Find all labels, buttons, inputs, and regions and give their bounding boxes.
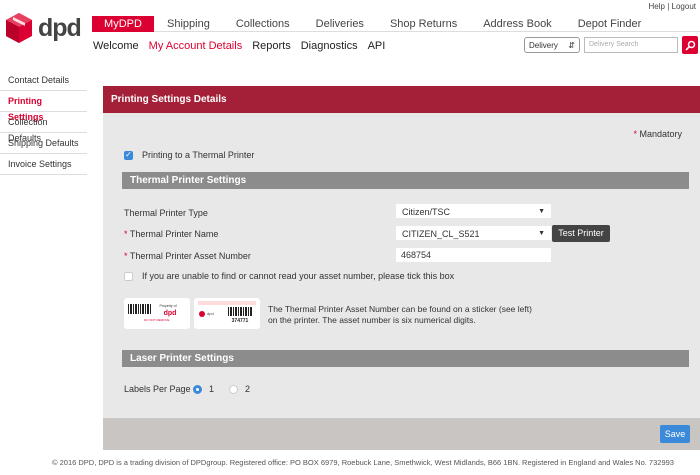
asset-unreadable-label: If you are unable to find or cannot read…: [142, 271, 455, 281]
logo-wordmark: dpd: [38, 13, 82, 42]
labels-per-page-radio-2[interactable]: [229, 384, 239, 394]
panel-footer: Save: [103, 418, 700, 450]
mandatory-note: * Mandatory: [633, 129, 682, 139]
thermal-checkbox[interactable]: ✓: [124, 150, 133, 160]
save-button[interactable]: Save: [660, 425, 690, 443]
thermal-section-header: Thermal Printer Settings: [122, 172, 689, 189]
sticker-brand: dpd: [207, 311, 214, 316]
printer-name-select[interactable]: CITIZEN_CL_S521 ▼: [396, 226, 551, 240]
laser-section-header: Laser Printer Settings: [122, 350, 689, 367]
labels-per-page-options: 1 2: [193, 384, 250, 394]
tab-shipping[interactable]: Shipping: [154, 16, 223, 32]
search-input[interactable]: Delivery Search: [584, 37, 678, 53]
subnav-my-account-details[interactable]: My Account Details: [149, 40, 243, 52]
sticker-small-text: DO NOT REMOVE: [144, 318, 169, 322]
printing-settings-panel: Printing Settings Details * Mandatory ✓ …: [103, 86, 700, 450]
subnav-api[interactable]: API: [368, 40, 386, 52]
printer-name-label: * Thermal Printer Name: [124, 229, 218, 239]
search-area: Delivery ⇵ Delivery Search: [524, 36, 698, 54]
test-printer-button[interactable]: Test Printer: [552, 225, 610, 242]
asset-info-line1: The Thermal Printer Asset Number can be …: [268, 304, 532, 314]
utility-links: Help | Logout: [649, 2, 696, 11]
subnav-diagnostics[interactable]: Diagnostics: [301, 40, 358, 52]
printer-name-label-text: Thermal Printer Name: [129, 229, 219, 239]
labels-per-page-label: Labels Per Page: [124, 384, 191, 394]
chevron-down-icon: ▼: [538, 230, 545, 237]
asset-number-input[interactable]: 468754: [396, 248, 551, 262]
printer-type-value: Citizen/TSC: [402, 207, 451, 217]
dpd-cube-icon: [6, 13, 32, 43]
asset-number-label: * Thermal Printer Asset Number: [124, 251, 251, 261]
labels-per-page-radio-1[interactable]: [193, 384, 202, 394]
select-arrows-icon: ⇵: [568, 40, 575, 50]
tab-collections[interactable]: Collections: [223, 16, 303, 32]
sticker-images: Property of dpd DO NOT REMOVE dpd 374771: [124, 298, 260, 329]
tab-mydpd[interactable]: MyDPD: [92, 16, 154, 32]
sidebar-item-printing-settings[interactable]: Printing Settings: [0, 91, 87, 122]
sidebar: Contact Details Printing Settings Collec…: [0, 70, 87, 175]
tab-deliveries[interactable]: Deliveries: [303, 16, 377, 32]
asset-unreadable-checkbox[interactable]: [124, 271, 133, 281]
asset-info-line2: on the printer. The asset number is six …: [268, 315, 476, 325]
mandatory-text: Mandatory: [639, 129, 682, 139]
search-icon: [684, 40, 695, 51]
main-nav: MyDPD Shipping Collections Deliveries Sh…: [92, 16, 700, 32]
asset-info-text: The Thermal Printer Asset Number can be …: [268, 304, 568, 326]
asset-number-label-text: Thermal Printer Asset Number: [129, 251, 251, 261]
labels-per-page-option-1: 1: [209, 384, 215, 394]
printer-type-label: Thermal Printer Type: [124, 208, 208, 218]
subnav-reports[interactable]: Reports: [252, 40, 291, 52]
panel-title: Printing Settings Details: [103, 86, 700, 113]
search-button[interactable]: [682, 36, 698, 54]
sub-nav: Welcome My Account Details Reports Diagn…: [93, 40, 385, 52]
labels-per-page-option-2: 2: [245, 384, 251, 394]
thermal-printer-option[interactable]: ✓ Printing to a Thermal Printer: [124, 150, 254, 160]
dpd-logo[interactable]: dpd: [4, 12, 82, 44]
chevron-down-icon: ▼: [538, 208, 545, 215]
printer-type-select[interactable]: Citizen/TSC ▼: [396, 204, 551, 218]
sticker-number: 374771: [232, 318, 249, 324]
svg-text:Property of: Property of: [159, 304, 176, 308]
sidebar-item-invoice-settings[interactable]: Invoice Settings: [0, 154, 87, 175]
help-link[interactable]: Help: [649, 2, 665, 11]
asset-unreadable-option[interactable]: If you are unable to find or cannot read…: [124, 271, 454, 281]
printer-name-value: CITIZEN_CL_S521: [402, 229, 480, 239]
copyright-text: © 2016 DPD, DPD is a trading division of…: [52, 458, 674, 467]
logout-link[interactable]: Logout: [672, 2, 696, 11]
property-sticker-image: Property of dpd DO NOT REMOVE: [124, 298, 190, 329]
tab-depot-finder[interactable]: Depot Finder: [565, 16, 655, 32]
sidebar-item-collection-defaults[interactable]: Collection Defaults: [0, 112, 87, 143]
sidebar-item-contact-details[interactable]: Contact Details: [0, 70, 87, 91]
required-star: *: [124, 251, 128, 261]
search-type-select[interactable]: Delivery ⇵: [524, 37, 580, 53]
asset-sticker-image: dpd 374771: [194, 298, 260, 329]
subnav-welcome[interactable]: Welcome: [93, 40, 139, 52]
svg-text:dpd: dpd: [164, 310, 177, 317]
required-star: *: [124, 229, 128, 239]
mandatory-star: *: [633, 129, 637, 139]
util-separator: |: [667, 2, 670, 11]
tab-address-book[interactable]: Address Book: [470, 16, 564, 32]
tab-shop-returns[interactable]: Shop Returns: [377, 16, 470, 32]
sidebar-item-shipping-defaults[interactable]: Shipping Defaults: [0, 133, 87, 154]
thermal-checkbox-label: Printing to a Thermal Printer: [142, 150, 255, 160]
search-type-value: Delivery: [529, 40, 558, 50]
